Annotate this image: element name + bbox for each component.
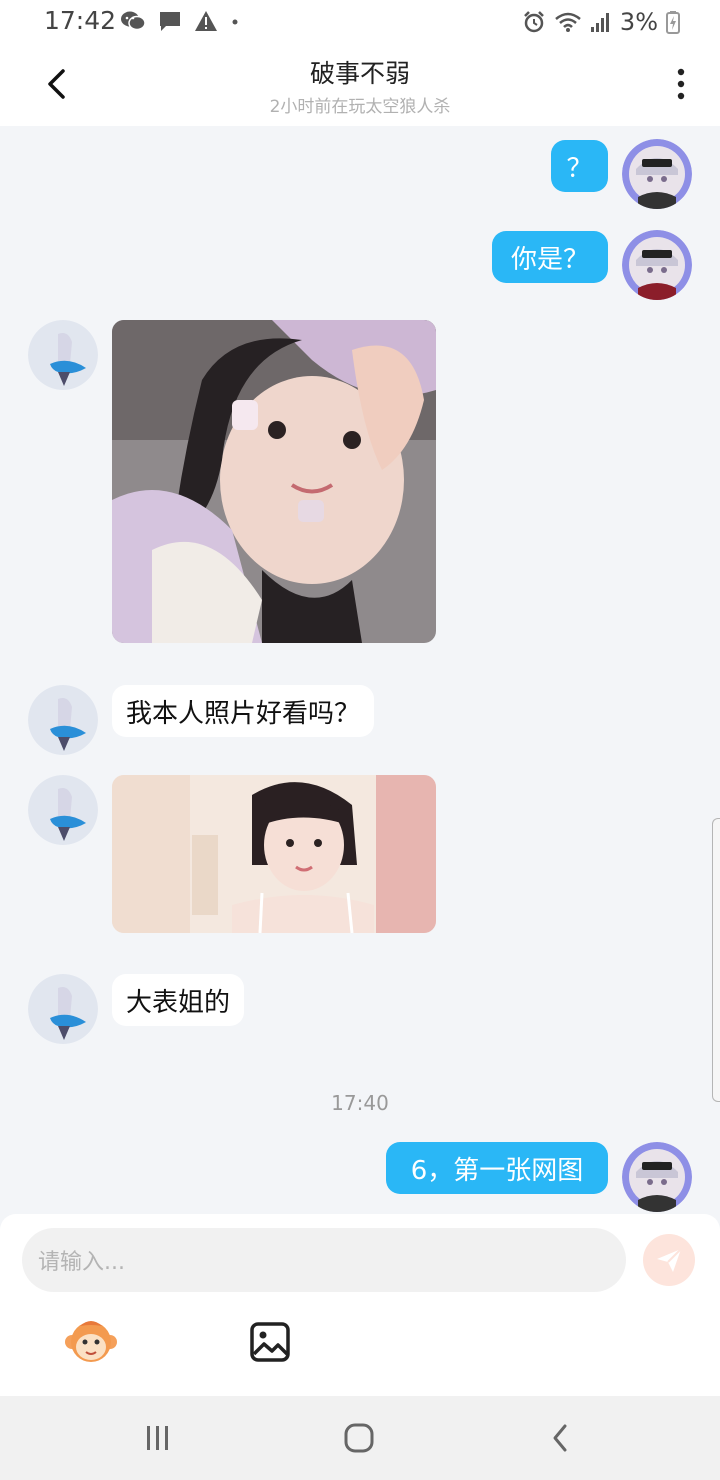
my-avatar[interactable] bbox=[622, 230, 692, 300]
image-icon bbox=[250, 1322, 290, 1362]
shared-photo[interactable] bbox=[112, 775, 436, 933]
wechat-icon bbox=[121, 11, 146, 31]
recent-apps-button[interactable] bbox=[128, 1416, 188, 1460]
friend-avatar-icon bbox=[28, 685, 98, 755]
my-avatar[interactable] bbox=[622, 139, 692, 209]
image-button[interactable] bbox=[248, 1320, 292, 1364]
battery-percent: 3% bbox=[619, 8, 658, 36]
friend-avatar[interactable] bbox=[28, 320, 98, 390]
input-panel: 请输入... bbox=[0, 1214, 720, 1396]
wifi-icon bbox=[555, 12, 581, 32]
warning-icon bbox=[195, 11, 217, 31]
monkey-face-icon bbox=[65, 1321, 117, 1362]
photo-image bbox=[112, 775, 436, 933]
message-bubble-outgoing[interactable]: ？ bbox=[551, 140, 608, 192]
photo-image bbox=[112, 320, 436, 643]
alarm-icon bbox=[524, 11, 544, 33]
system-nav-bar bbox=[0, 1396, 720, 1480]
message-input[interactable]: 请输入... bbox=[22, 1228, 626, 1292]
home-button[interactable] bbox=[329, 1416, 389, 1460]
dot-icon bbox=[232, 19, 238, 25]
status-bar: 17:42 3% bbox=[0, 0, 720, 44]
message-bubble-outgoing[interactable]: 你是？ bbox=[492, 231, 608, 283]
user-avatar-icon bbox=[622, 1142, 692, 1212]
battery-icon bbox=[666, 11, 680, 34]
scrollbar-thumb[interactable] bbox=[712, 818, 720, 1102]
more-options-button[interactable] bbox=[666, 64, 696, 104]
send-button[interactable] bbox=[643, 1234, 695, 1286]
message-bubble-incoming[interactable]: 大表姐的 bbox=[112, 974, 245, 1026]
my-avatar[interactable] bbox=[622, 1142, 692, 1212]
chat-subtitle: 2小时前在玩太空狼人杀 bbox=[269, 97, 451, 117]
emoji-button[interactable] bbox=[64, 1318, 118, 1366]
message-bubble-outgoing[interactable]: 6，第一张网图 bbox=[386, 1142, 608, 1194]
message-icon bbox=[160, 12, 180, 31]
more-vertical-icon bbox=[677, 68, 685, 100]
user-avatar-icon bbox=[622, 139, 692, 209]
chat-header: 破事不弱 2小时前在玩太空狼人杀 bbox=[0, 44, 720, 126]
shared-photo[interactable] bbox=[112, 320, 436, 643]
friend-avatar[interactable] bbox=[28, 775, 98, 845]
send-icon bbox=[657, 1248, 682, 1272]
chat-messages: ？ 你是？ 我本人照片好看吗？ 大表姐的 17:40 6，第一张网图 bbox=[0, 126, 720, 1214]
friend-avatar-icon bbox=[28, 320, 98, 390]
friend-avatar-icon bbox=[28, 775, 98, 845]
chat-title: 破事不弱 bbox=[309, 59, 410, 88]
signal-icon bbox=[590, 13, 609, 32]
home-icon bbox=[344, 1423, 374, 1453]
message-bubble-incoming[interactable]: 我本人照片好看吗？ bbox=[112, 685, 375, 737]
recent-apps-icon bbox=[147, 1426, 168, 1450]
system-back-button[interactable] bbox=[530, 1416, 590, 1460]
friend-avatar[interactable] bbox=[28, 974, 98, 1044]
friend-avatar[interactable] bbox=[28, 685, 98, 755]
user-avatar-icon bbox=[622, 230, 692, 300]
time-separator: 17:40 bbox=[331, 1091, 389, 1115]
back-arrow-icon bbox=[553, 1424, 567, 1452]
status-time: 17:42 bbox=[44, 6, 117, 35]
friend-avatar-icon bbox=[28, 974, 98, 1044]
